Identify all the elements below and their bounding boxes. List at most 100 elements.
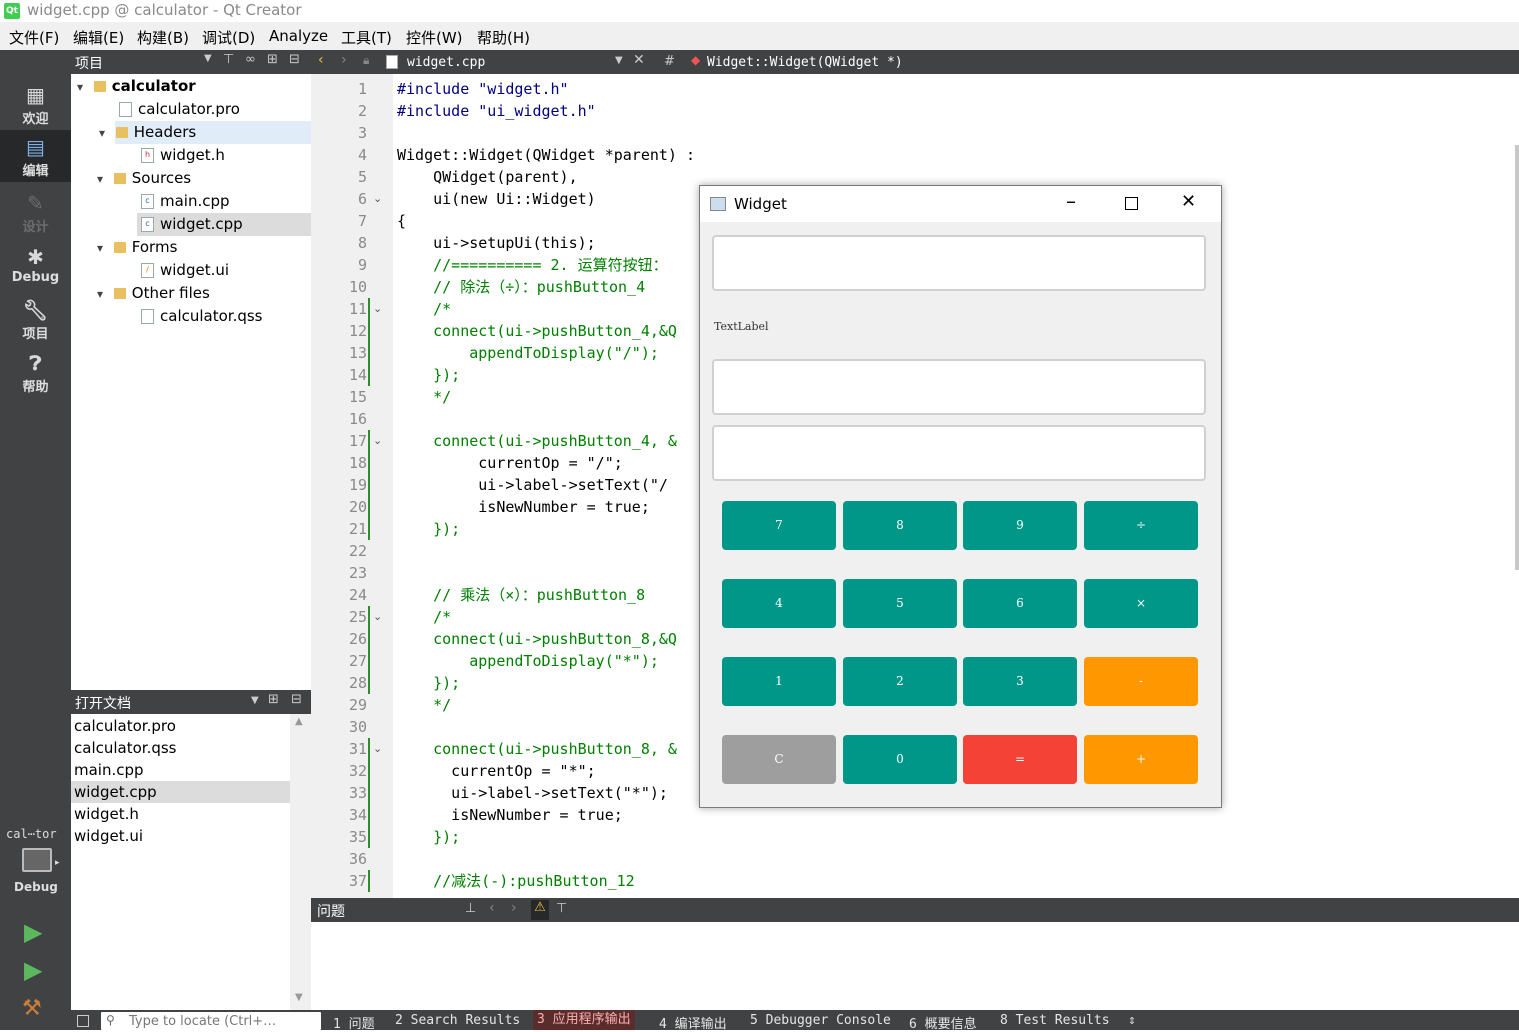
fold-chevron-icon[interactable]: ⌄ <box>373 606 382 628</box>
input-field-1[interactable] <box>712 359 1206 415</box>
mode-welcome[interactable]: ▦ 欢迎 <box>0 80 71 130</box>
open-doc-item[interactable]: widget.h <box>74 803 139 825</box>
link-icon[interactable]: ∞ <box>245 52 256 67</box>
tab-app-output[interactable]: 3 应用程序输出 <box>533 1010 635 1030</box>
tree-item-sources[interactable]: ▾ Sources <box>97 167 191 190</box>
menu-edit[interactable]: 编辑(E) <box>73 27 124 48</box>
scroll-down-icon[interactable]: ▼ <box>295 992 303 1003</box>
calc-button[interactable]: = <box>963 735 1077 784</box>
fold-chevron-icon[interactable]: ⌄ <box>373 298 382 320</box>
menu-help[interactable]: 帮助(H) <box>477 27 530 48</box>
calc-button[interactable]: 6 <box>963 579 1077 628</box>
fold-chevron-icon[interactable]: ⌄ <box>373 738 382 760</box>
tree-item-calculator-pro[interactable]: calculator.pro <box>119 98 240 121</box>
calc-button[interactable]: 9 <box>963 501 1077 550</box>
tree-item-widget-h[interactable]: h widget.h <box>141 144 225 167</box>
forward-icon[interactable]: › <box>341 52 347 68</box>
display-field[interactable] <box>712 235 1206 291</box>
calc-button[interactable]: 1 <box>722 657 836 706</box>
menu-debug[interactable]: 调试(D) <box>202 27 255 48</box>
input-field-2[interactable] <box>712 425 1206 481</box>
open-doc-item[interactable]: calculator.pro <box>74 715 176 737</box>
locator-field[interactable]: ⚲ Type to locate (Ctrl+… <box>101 1012 321 1030</box>
symbol-selector[interactable]: Widget::Widget(QWidget *) <box>707 55 903 70</box>
mode-edit[interactable]: ▤ 编辑 <box>0 130 71 182</box>
calc-button[interactable]: - <box>1084 657 1198 706</box>
open-doc-item-selected[interactable]: widget.cpp <box>71 781 293 803</box>
dropdown-icon[interactable]: ▼ <box>204 53 212 64</box>
calc-button[interactable]: 0 <box>843 735 957 784</box>
filter-icon[interactable]: ⊤ <box>556 901 567 916</box>
back-icon[interactable]: ‹ <box>318 52 324 68</box>
warning-icon[interactable]: ⚠ <box>531 900 549 920</box>
scroll-up-icon[interactable]: ▲ <box>295 716 303 727</box>
calc-button[interactable]: 8 <box>843 501 957 550</box>
fold-chevron-icon[interactable]: ⌄ <box>373 188 382 210</box>
menu-widgets[interactable]: 控件(W) <box>406 27 463 48</box>
build-hammer-icon[interactable]: ⚒ <box>22 996 42 1021</box>
tree-item-widget-ui[interactable]: / widget.ui <box>141 259 229 282</box>
split-icon[interactable]: ⊞ <box>267 52 278 67</box>
calc-button[interactable]: × <box>1084 579 1198 628</box>
tree-item-headers[interactable]: ▾ Headers <box>99 121 311 144</box>
tree-item-main-cpp[interactable]: c main.cpp <box>141 190 230 213</box>
tab-issues[interactable]: 1 问题 <box>333 1013 375 1032</box>
open-docs-title[interactable]: 打开文档 <box>75 693 131 713</box>
mode-design[interactable]: ✎ 设计 <box>0 188 71 238</box>
tree-item-calculator[interactable]: ▾ calculator <box>77 75 196 98</box>
calc-button[interactable]: + <box>1084 735 1198 784</box>
open-doc-item[interactable]: widget.ui <box>74 825 143 847</box>
calc-button[interactable]: 4 <box>722 579 836 628</box>
minimize-icon[interactable]: – <box>1066 189 1076 213</box>
tree-item-other-files[interactable]: ▾ Other files <box>97 282 210 305</box>
sidebar-toggle-icon[interactable] <box>77 1015 89 1027</box>
clear-icon[interactable]: ⊥ <box>465 901 476 916</box>
chevron-down-icon[interactable]: ▾ <box>97 168 109 191</box>
calc-button[interactable]: 3 <box>963 657 1077 706</box>
calc-button[interactable]: 2 <box>843 657 957 706</box>
mode-debug[interactable]: ✱ Debug <box>0 242 71 292</box>
close-icon[interactable]: ✕ <box>633 52 645 68</box>
filter-icon[interactable]: ⊤ <box>223 52 234 67</box>
menu-file[interactable]: 文件(F) <box>9 27 59 48</box>
chevron-down-icon[interactable]: ▾ <box>97 283 109 306</box>
run-icon[interactable]: ▶ <box>24 918 42 946</box>
open-doc-item[interactable]: calculator.qss <box>74 737 177 759</box>
calc-button[interactable]: 5 <box>843 579 957 628</box>
tab-test-results[interactable]: 8 Test Results <box>1000 1013 1110 1028</box>
dropdown-icon[interactable]: ▼ <box>615 55 623 66</box>
close-icon[interactable]: ✕ <box>1181 191 1196 212</box>
close-panel-icon[interactable]: ⊟ <box>289 52 300 67</box>
tree-item-forms[interactable]: ▾ Forms <box>97 236 177 259</box>
chevron-down-icon[interactable]: ▾ <box>97 237 109 260</box>
debug-run-icon[interactable]: ▶ <box>24 956 42 984</box>
mode-help[interactable]: ❓︎ 帮助 <box>0 348 71 398</box>
editor-scrollbar[interactable] <box>1515 145 1519 570</box>
fold-chevron-icon[interactable]: ⌄ <box>373 430 382 452</box>
chevron-down-icon[interactable]: ▾ <box>99 122 111 145</box>
monitor-icon[interactable] <box>22 848 52 872</box>
maximize-icon[interactable] <box>1125 197 1138 210</box>
editor-file-name[interactable]: widget.cpp <box>407 55 485 70</box>
tab-search-results[interactable]: 2 Search Results <box>395 1013 520 1028</box>
calc-button[interactable]: C <box>722 735 836 784</box>
tree-item-widget-cpp[interactable]: c widget.cpp <box>137 213 311 236</box>
menu-analyze[interactable]: Analyze <box>269 27 328 45</box>
calc-button[interactable]: ÷ <box>1084 501 1198 550</box>
menu-tools[interactable]: 工具(T) <box>341 27 392 48</box>
scrollbar[interactable]: ▲ ▼ <box>290 714 311 1010</box>
tab-general-messages[interactable]: 6 概要信息 <box>909 1013 977 1032</box>
mode-projects[interactable]: 🔧︎ 项目 <box>0 295 71 345</box>
more-tabs-icon[interactable]: ⇕ <box>1128 1013 1136 1028</box>
tree-item-calculator-qss[interactable]: calculator.qss <box>141 305 263 328</box>
next-icon[interactable]: › <box>511 900 517 916</box>
prev-icon[interactable]: ‹ <box>489 900 495 916</box>
chevron-down-icon[interactable]: ▾ <box>77 76 89 99</box>
tab-debugger-console[interactable]: 5 Debugger Console <box>750 1013 891 1028</box>
calc-button[interactable]: 7 <box>722 501 836 550</box>
open-doc-item[interactable]: main.cpp <box>74 759 144 781</box>
tab-compile-output[interactable]: 4 编译输出 <box>659 1013 727 1032</box>
kit-name[interactable]: cal⋯tor <box>6 827 57 841</box>
menu-build[interactable]: 构建(B) <box>137 27 189 48</box>
project-panel-title[interactable]: 项目 <box>75 53 103 73</box>
